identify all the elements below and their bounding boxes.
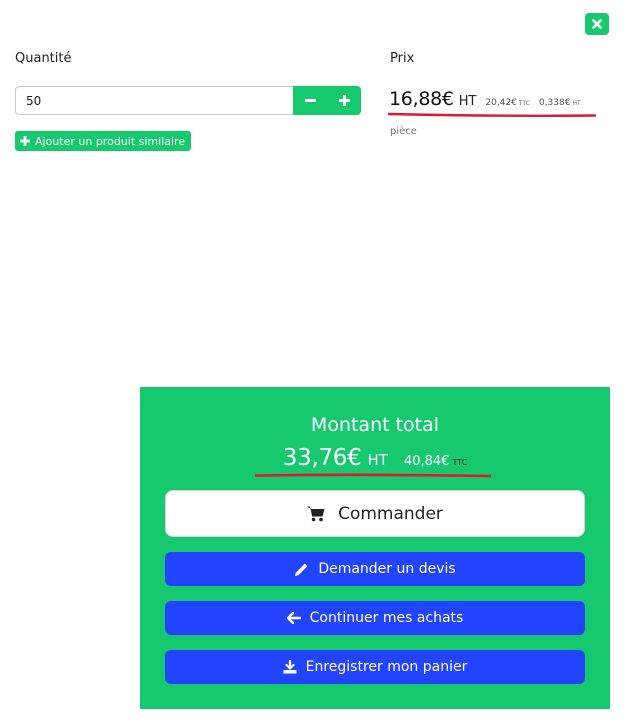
total-title: Montant total xyxy=(310,414,440,436)
save-cart-button[interactable]: Enregistrer mon panier xyxy=(165,650,585,684)
price-ht-tag: HT xyxy=(458,94,477,109)
order-label: Commander xyxy=(338,503,443,524)
price-label: Prix xyxy=(390,51,415,66)
order-button[interactable]: Commander xyxy=(165,490,585,537)
total-amount: 33,76€ HT 40,84€ TTC xyxy=(140,445,610,471)
arrow-left-icon xyxy=(286,612,301,624)
product-modal: Quantité Prix Ajouter un produit similai… xyxy=(0,0,624,723)
download-icon xyxy=(283,660,297,674)
continue-shopping-label: Continuer mes achats xyxy=(309,610,464,626)
total-ht-tag: HT xyxy=(367,451,388,469)
price-ttc-tag: TTC xyxy=(518,100,530,107)
plus-icon xyxy=(20,136,30,146)
price-ht-value: 16,88€ xyxy=(389,88,454,110)
total-ht-value: 33,76€ xyxy=(282,445,362,471)
cart-icon xyxy=(307,505,325,522)
increment-button[interactable] xyxy=(329,86,359,115)
unit-price: 16,88€ HT 20,42€ TTC 0,338€ HT xyxy=(389,88,581,110)
price-unit-tag: HT xyxy=(572,100,581,107)
quantity-buttons xyxy=(293,86,361,115)
pencil-icon xyxy=(294,562,309,577)
minus-icon xyxy=(304,95,316,106)
close-icon xyxy=(591,18,603,30)
quantity-stepper xyxy=(15,86,361,115)
add-similar-label: Ajouter un produit similaire xyxy=(35,134,186,148)
price-per-label: pièce xyxy=(390,126,417,137)
price-ttc-value: 20,42€ xyxy=(485,98,517,108)
save-cart-label: Enregistrer mon panier xyxy=(305,659,468,675)
decrement-button[interactable] xyxy=(295,86,325,115)
price-unit-value: 0,338€ xyxy=(538,98,571,108)
add-similar-product-button[interactable]: Ajouter un produit similaire xyxy=(15,131,192,151)
quantity-input[interactable] xyxy=(15,86,293,115)
total-ttc-tag: TTC xyxy=(452,458,468,467)
total-panel: Montant total 33,76€ HT 40,84€ TTC Comma… xyxy=(140,387,610,709)
total-ttc-value: 40,84€ xyxy=(403,454,450,469)
close-button[interactable] xyxy=(585,13,609,35)
plus-icon xyxy=(338,95,350,106)
request-quote-label: Demander un devis xyxy=(318,561,456,577)
continue-shopping-button[interactable]: Continuer mes achats xyxy=(165,601,585,635)
price-underline-annotation xyxy=(388,112,596,117)
request-quote-button[interactable]: Demander un devis xyxy=(165,552,585,586)
total-underline-annotation xyxy=(255,473,491,478)
quantity-label: Quantité xyxy=(15,51,72,66)
